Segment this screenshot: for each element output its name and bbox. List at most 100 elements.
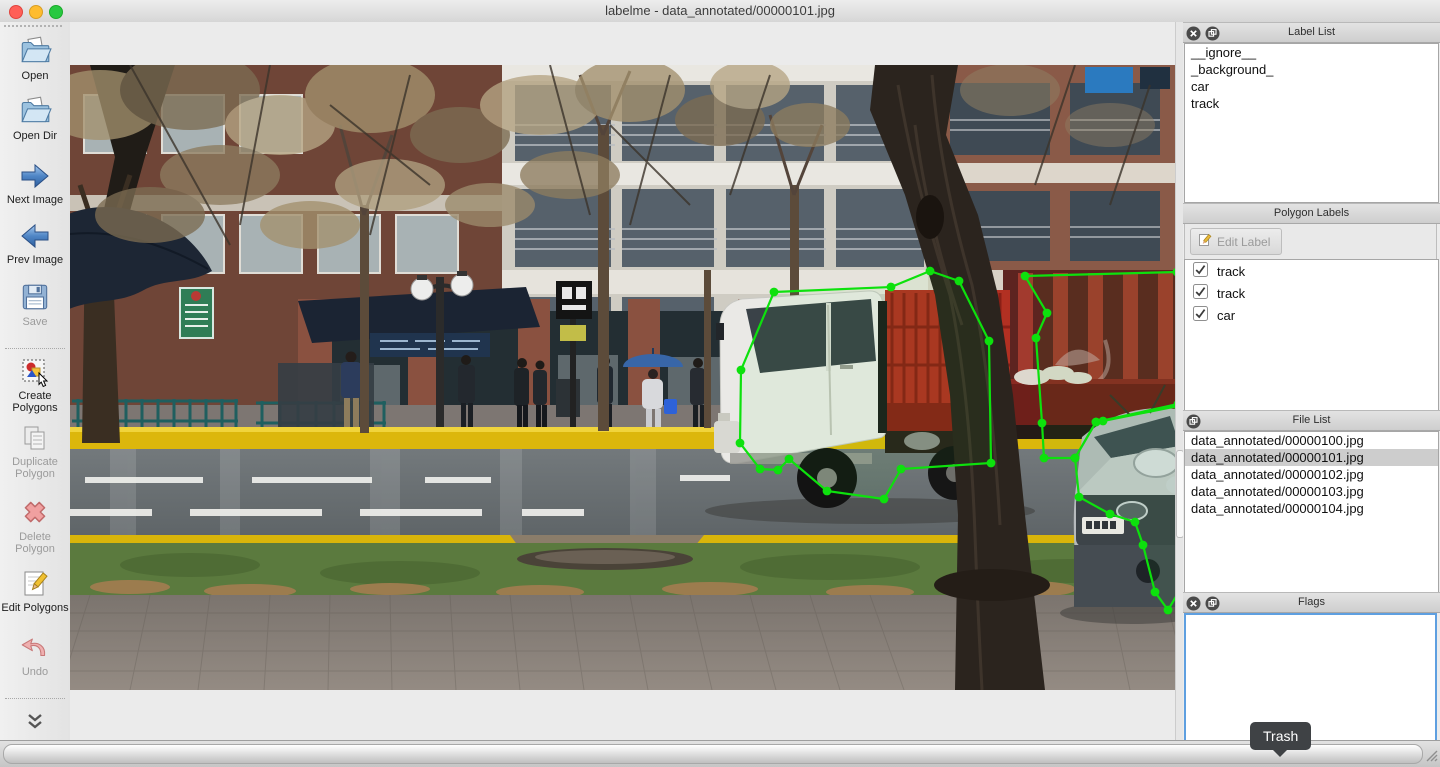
annotation-vertex[interactable] xyxy=(736,439,745,448)
horizontal-scrollbar[interactable] xyxy=(0,740,1440,767)
image-canvas[interactable] xyxy=(70,22,1183,740)
scrollbar-thumb[interactable] xyxy=(3,744,1423,764)
trash-tooltip-text: Trash xyxy=(1263,728,1298,744)
checkbox-checked-icon[interactable] xyxy=(1193,306,1208,324)
annotation-vertex[interactable] xyxy=(1040,454,1049,463)
polygon-label-item[interactable]: car xyxy=(1185,304,1438,326)
file-list-item[interactable]: data_annotated/00000101.jpg xyxy=(1185,449,1438,466)
open-dir-button[interactable]: Open Dir xyxy=(0,94,70,142)
delete-x-icon xyxy=(0,495,70,529)
file-list-item[interactable]: data_annotated/00000104.jpg xyxy=(1185,500,1438,517)
annotation-vertex[interactable] xyxy=(1038,419,1047,428)
annotation-vertex[interactable] xyxy=(955,277,964,286)
flags-header[interactable]: Flags xyxy=(1183,592,1440,613)
duplicate-icon xyxy=(0,422,70,454)
annotation-vertex[interactable] xyxy=(1021,272,1030,281)
window-title: labelme - data_annotated/00000101.jpg xyxy=(0,3,1440,18)
polygon-labels-toolbar: Edit Label xyxy=(1184,224,1437,259)
annotation-vertex[interactable] xyxy=(785,455,794,464)
pencil-icon xyxy=(1198,233,1212,250)
label-list[interactable]: __ignore___background_cartrack xyxy=(1184,43,1439,203)
label-list-item[interactable]: car xyxy=(1185,78,1438,95)
edit-label-button[interactable]: Edit Label xyxy=(1190,228,1282,255)
annotation-vertex[interactable] xyxy=(1151,588,1160,597)
annotation-vertex[interactable] xyxy=(770,288,779,297)
checkbox-checked-icon[interactable] xyxy=(1193,262,1208,280)
label-list-item[interactable]: __ignore__ xyxy=(1185,44,1438,61)
annotation-vertex[interactable] xyxy=(1032,334,1041,343)
annotation-vertex[interactable] xyxy=(1092,418,1101,427)
polygon-labels-header[interactable]: Polygon Labels xyxy=(1183,203,1440,224)
annotation-vertex[interactable] xyxy=(880,495,889,504)
street-photo xyxy=(70,65,1183,690)
annotation-vertex[interactable] xyxy=(1106,510,1115,519)
annotation-vertex[interactable] xyxy=(1043,309,1052,318)
trash-tooltip: Trash xyxy=(1250,722,1311,750)
toolbar-item-label: Open Dir xyxy=(0,130,70,142)
toolbar-item-label: Next Image xyxy=(0,194,70,206)
edit-polygons-button[interactable]: Edit Polygons xyxy=(0,568,70,614)
annotation-vertex[interactable] xyxy=(887,283,896,292)
label-list-item[interactable]: _background_ xyxy=(1185,61,1438,78)
polygon-label-text: track xyxy=(1217,286,1245,301)
panel-title: File List xyxy=(1183,414,1440,426)
window-titlebar: labelme - data_annotated/00000101.jpg xyxy=(0,0,1440,23)
toolbar-item-label: Open xyxy=(0,70,70,82)
canvas-vertical-scrollbar[interactable] xyxy=(1175,22,1183,740)
annotation-vertex[interactable] xyxy=(1164,606,1173,615)
annotation-vertex[interactable] xyxy=(897,465,906,474)
create-polygons-icon xyxy=(0,356,70,388)
polygon-label-item[interactable]: track xyxy=(1185,282,1438,304)
polygon-label-text: track xyxy=(1217,264,1245,279)
annotation-vertex[interactable] xyxy=(926,267,935,276)
annotation-vertex[interactable] xyxy=(774,466,783,475)
toolbar-item-label: Undo xyxy=(0,666,70,678)
toolbar-item-label: Prev Image xyxy=(0,254,70,266)
edit-pencil-icon xyxy=(0,568,70,600)
toolbar-expand-button[interactable] xyxy=(0,712,70,732)
next-image-button[interactable]: Next Image xyxy=(0,160,70,206)
open-button[interactable]: Open xyxy=(0,34,70,82)
toolbar-item-label: Create Polygons xyxy=(0,390,70,414)
annotation-vertex[interactable] xyxy=(1131,518,1140,527)
panel-title: Flags xyxy=(1183,596,1440,608)
undo-button[interactable]: Undo xyxy=(0,630,70,678)
label-list-item[interactable]: track xyxy=(1185,95,1438,112)
checkbox-checked-icon[interactable] xyxy=(1193,284,1208,302)
annotation-vertex[interactable] xyxy=(1139,541,1148,550)
arrow-right-icon xyxy=(0,160,70,192)
chevron-double-down-icon xyxy=(0,712,70,732)
toolbar-item-label: Edit Polygons xyxy=(0,602,70,614)
annotation-vertex[interactable] xyxy=(823,487,832,496)
annotation-vertex[interactable] xyxy=(987,459,996,468)
polygon-label-item[interactable]: track xyxy=(1185,260,1438,282)
toolbar-item-label: Duplicate Polygon xyxy=(0,456,70,480)
annotated-photo[interactable] xyxy=(70,65,1183,690)
toolbar-separator xyxy=(5,698,65,699)
file-list-item[interactable]: data_annotated/00000103.jpg xyxy=(1185,483,1438,500)
duplicate-polygon-button[interactable]: Duplicate Polygon xyxy=(0,422,70,480)
polygon-label-list[interactable]: track track car xyxy=(1184,259,1439,412)
edit-label-button-text: Edit Label xyxy=(1217,235,1270,249)
floppy-save-icon xyxy=(0,280,70,314)
annotation-vertex[interactable] xyxy=(1075,493,1084,502)
annotation-vertex[interactable] xyxy=(756,465,765,474)
window-resize-grip[interactable] xyxy=(1424,748,1438,767)
annotation-vertex[interactable] xyxy=(985,337,994,346)
file-list-item[interactable]: data_annotated/00000100.jpg xyxy=(1185,432,1438,449)
file-list-header[interactable]: File List xyxy=(1183,410,1440,431)
annotation-vertex[interactable] xyxy=(737,366,746,375)
annotation-polygon-track[interactable] xyxy=(740,271,991,499)
polygon-label-text: car xyxy=(1217,308,1235,323)
create-polygons-button[interactable]: Create Polygons xyxy=(0,356,70,414)
delete-polygon-button[interactable]: Delete Polygon xyxy=(0,495,70,555)
file-list[interactable]: data_annotated/00000100.jpgdata_annotate… xyxy=(1184,431,1439,594)
file-list-item[interactable]: data_annotated/00000102.jpg xyxy=(1185,466,1438,483)
save-button[interactable]: Save xyxy=(0,280,70,328)
label-list-header[interactable]: Label List xyxy=(1183,22,1440,43)
scrollbar-thumb[interactable] xyxy=(1176,450,1183,538)
annotation-vertex[interactable] xyxy=(1071,454,1080,463)
prev-image-button[interactable]: Prev Image xyxy=(0,220,70,266)
toolbar-drag-handle[interactable] xyxy=(4,25,62,31)
undo-arrow-icon xyxy=(0,630,70,664)
